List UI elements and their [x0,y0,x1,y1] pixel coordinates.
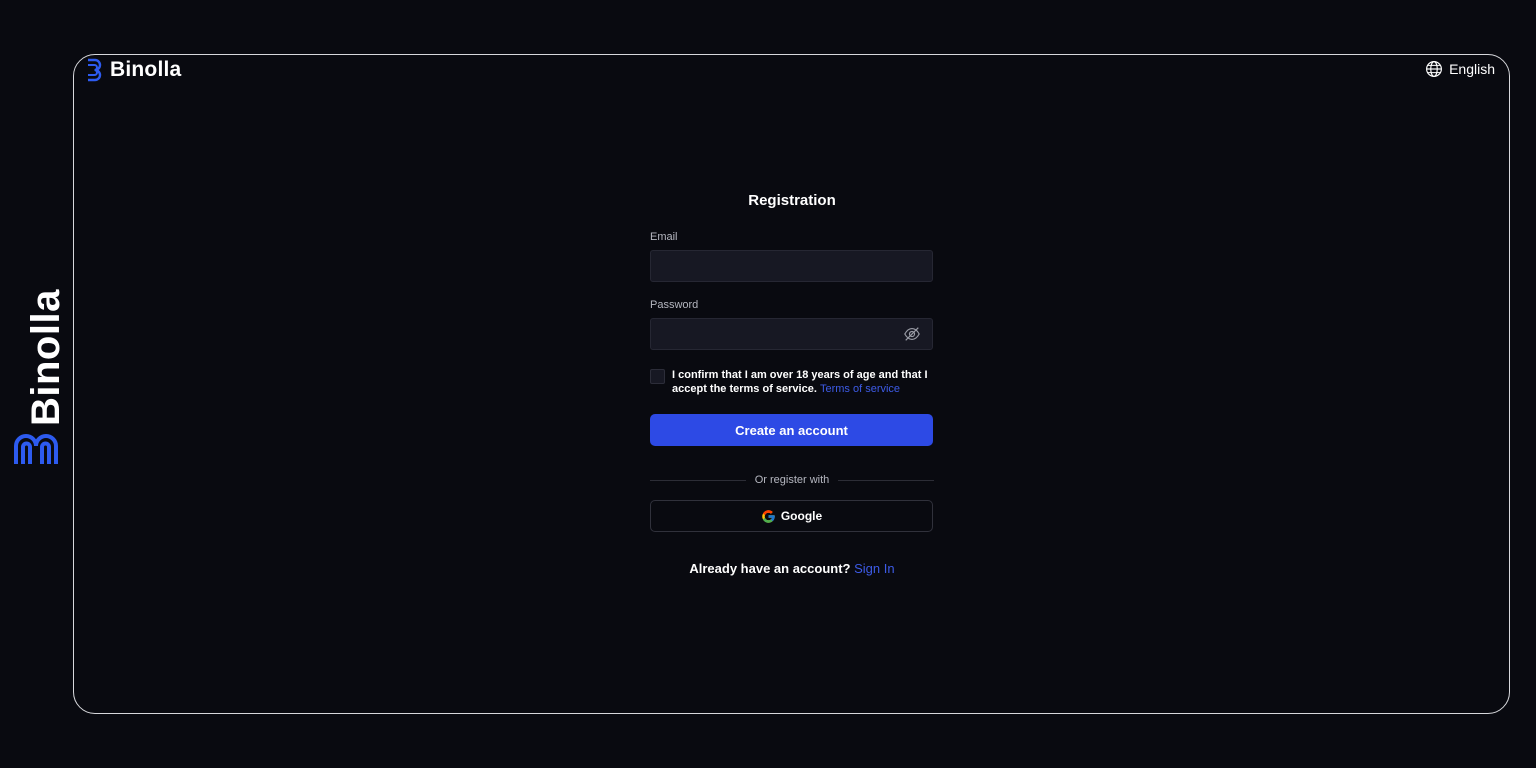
terms-of-service-link[interactable]: Terms of service [820,383,900,395]
brand-name: Binolla [110,58,182,81]
form-title: Registration [748,192,836,209]
divider-line-left [650,479,746,481]
email-input[interactable] [650,250,933,282]
side-brand-name: Binolla [24,289,68,426]
main-frame: Binolla English Registration Email Passw… [73,54,1510,714]
password-field-wrap [650,318,933,350]
side-brand: Binolla [8,289,68,472]
google-register-button[interactable]: Google [650,500,933,532]
password-label: Password [650,299,699,311]
registration-form: Registration Email Password I confirm th… [650,191,935,576]
consent-checkbox[interactable] [650,369,665,384]
signin-prompt: Already have an account? [689,561,851,576]
register-with-divider: Or register with [650,473,935,487]
language-label: English [1449,61,1495,77]
binolla-logo-icon [14,434,58,464]
globe-icon [1426,61,1443,77]
divider-line-right [838,479,935,481]
signin-row: Already have an account? Sign In [650,561,934,576]
google-icon [762,509,775,523]
eye-off-icon[interactable] [903,325,921,343]
age-consent: I confirm that I am over 18 years of age… [650,368,934,396]
create-account-button[interactable]: Create an account [650,414,933,446]
email-label: Email [650,231,678,243]
language-selector[interactable]: English [1425,60,1495,78]
google-button-label: Google [780,509,823,523]
page: Binolla Binolla English Registration Ema… [0,0,1536,768]
header-logo[interactable]: Binolla [86,58,181,82]
consent-text-block: I confirm that I am over 18 years of age… [672,368,934,396]
password-input[interactable] [650,318,933,350]
email-field-wrap [650,250,933,282]
divider-text: Or register with [754,474,830,486]
sign-in-link[interactable]: Sign In [854,561,894,576]
binolla-logo-icon [88,58,102,82]
